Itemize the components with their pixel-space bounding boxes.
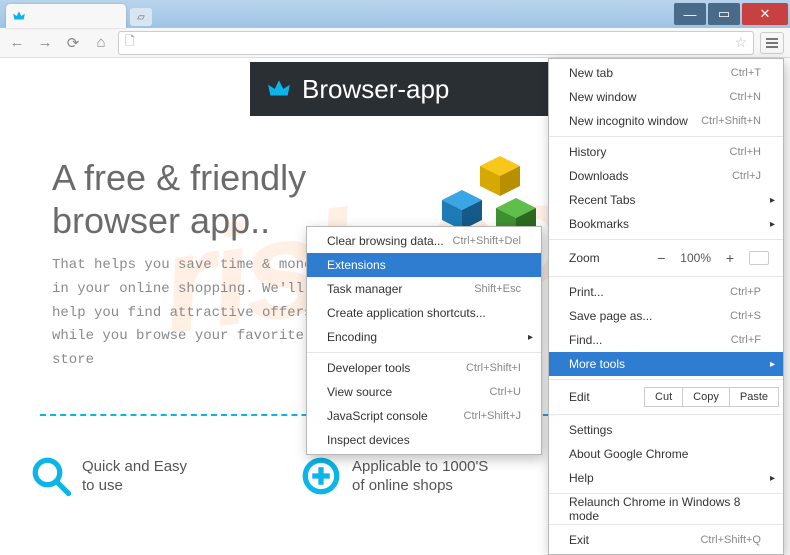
menu-dev-tools[interactable]: Developer toolsCtrl+Shift+I <box>307 356 541 380</box>
menu-extensions[interactable]: Extensions <box>307 253 541 277</box>
menu-more-tools[interactable]: More tools▸ <box>549 352 783 376</box>
feature-l2: of online shops <box>352 476 488 496</box>
menu-settings[interactable]: Settings <box>549 418 783 442</box>
bookmark-star-icon[interactable]: ☆ <box>734 34 747 51</box>
menu-new-incognito[interactable]: New incognito windowCtrl+Shift+N <box>549 109 783 133</box>
separator <box>307 352 541 353</box>
menu-inspect-devices[interactable]: Inspect devices <box>307 428 541 452</box>
home-button[interactable]: ⌂ <box>90 32 112 54</box>
separator <box>549 379 783 380</box>
chevron-right-icon: ▸ <box>770 195 775 206</box>
back-button[interactable]: ← <box>6 32 28 54</box>
separator <box>549 239 783 240</box>
menu-zoom: Zoom − 100% + <box>549 243 783 273</box>
separator <box>549 136 783 137</box>
separator <box>549 524 783 525</box>
zoom-out-button[interactable]: − <box>652 250 670 266</box>
chevron-right-icon: ▸ <box>770 219 775 230</box>
feature-quick: Quick and Easyto use <box>30 455 187 497</box>
window-close[interactable]: ✕ <box>742 3 788 25</box>
menu-save-page[interactable]: Save page as...Ctrl+S <box>549 304 783 328</box>
chevron-right-icon: ▸ <box>528 332 533 343</box>
menu-edit: Edit Cut Copy Paste <box>549 383 783 411</box>
menu-bookmarks[interactable]: Bookmarks▸ <box>549 212 783 236</box>
menu-js-console[interactable]: JavaScript consoleCtrl+Shift+J <box>307 404 541 428</box>
headline-l2: browser app.. <box>52 199 306 242</box>
chevron-right-icon: ▸ <box>770 359 775 370</box>
new-tab-button[interactable]: ▱ <box>130 8 152 26</box>
fullscreen-button[interactable] <box>749 251 769 265</box>
menu-clear-data[interactable]: Clear browsing data...Ctrl+Shift+Del <box>307 229 541 253</box>
menu-help[interactable]: Help▸ <box>549 466 783 490</box>
menu-exit[interactable]: ExitCtrl+Shift+Q <box>549 528 783 552</box>
reload-button[interactable]: ⟳ <box>62 32 84 54</box>
copy-button[interactable]: Copy <box>682 387 730 407</box>
headline-l1: A free & friendly <box>52 156 306 199</box>
body-copy: That helps you save time & money in your… <box>52 254 332 373</box>
hamburger-icon <box>766 42 778 44</box>
window-maximize[interactable]: ▭ <box>708 3 740 25</box>
crown-favicon <box>12 9 26 23</box>
forward-button[interactable]: → <box>34 32 56 54</box>
headline: A free & friendly browser app.. <box>52 156 306 242</box>
window-titlebar: ▱ — ▭ ✕ <box>0 0 790 28</box>
feature-shops: Applicable to 1000'Sof online shops <box>300 455 488 497</box>
address-bar[interactable]: 🗋 ☆ <box>118 31 754 55</box>
feature-l1: Quick and Easy <box>82 457 187 477</box>
menu-history[interactable]: HistoryCtrl+H <box>549 140 783 164</box>
window-minimize[interactable]: — <box>674 3 706 25</box>
browser-toolbar: ← → ⟳ ⌂ 🗋 ☆ <box>0 28 790 58</box>
plus-circle-icon <box>300 455 342 497</box>
menu-about[interactable]: About Google Chrome <box>549 442 783 466</box>
menu-new-window[interactable]: New windowCtrl+N <box>549 85 783 109</box>
chrome-menu-button[interactable] <box>760 32 784 54</box>
menu-recent-tabs[interactable]: Recent Tabs▸ <box>549 188 783 212</box>
menu-relaunch-win8[interactable]: Relaunch Chrome in Windows 8 mode <box>549 497 783 521</box>
menu-find[interactable]: Find...Ctrl+F <box>549 328 783 352</box>
menu-print[interactable]: Print...Ctrl+P <box>549 280 783 304</box>
menu-downloads[interactable]: DownloadsCtrl+J <box>549 164 783 188</box>
tab-strip: ▱ <box>6 4 152 28</box>
menu-new-tab[interactable]: New tabCtrl+T <box>549 61 783 85</box>
paste-button[interactable]: Paste <box>729 387 779 407</box>
page-icon: 🗋 <box>125 32 135 53</box>
feature-l2: to use <box>82 476 187 496</box>
search-icon <box>30 455 72 497</box>
more-tools-submenu: Clear browsing data...Ctrl+Shift+Del Ext… <box>306 226 542 455</box>
menu-task-manager[interactable]: Task managerShift+Esc <box>307 277 541 301</box>
chrome-main-menu: New tabCtrl+T New windowCtrl+N New incog… <box>548 58 784 555</box>
chevron-right-icon: ▸ <box>770 473 775 484</box>
cut-button[interactable]: Cut <box>644 387 683 407</box>
crown-icon <box>264 76 294 102</box>
brand-banner: Browser-app <box>250 62 550 116</box>
menu-view-source[interactable]: View sourceCtrl+U <box>307 380 541 404</box>
separator <box>549 276 783 277</box>
zoom-in-button[interactable]: + <box>721 250 739 266</box>
separator <box>549 414 783 415</box>
menu-app-shortcuts[interactable]: Create application shortcuts... <box>307 301 541 325</box>
brand-name: Browser-app <box>302 74 449 105</box>
browser-tab[interactable] <box>6 4 126 28</box>
menu-encoding[interactable]: Encoding▸ <box>307 325 541 349</box>
zoom-value: 100% <box>680 251 711 265</box>
feature-l1: Applicable to 1000'S <box>352 457 488 477</box>
separator <box>549 493 783 494</box>
